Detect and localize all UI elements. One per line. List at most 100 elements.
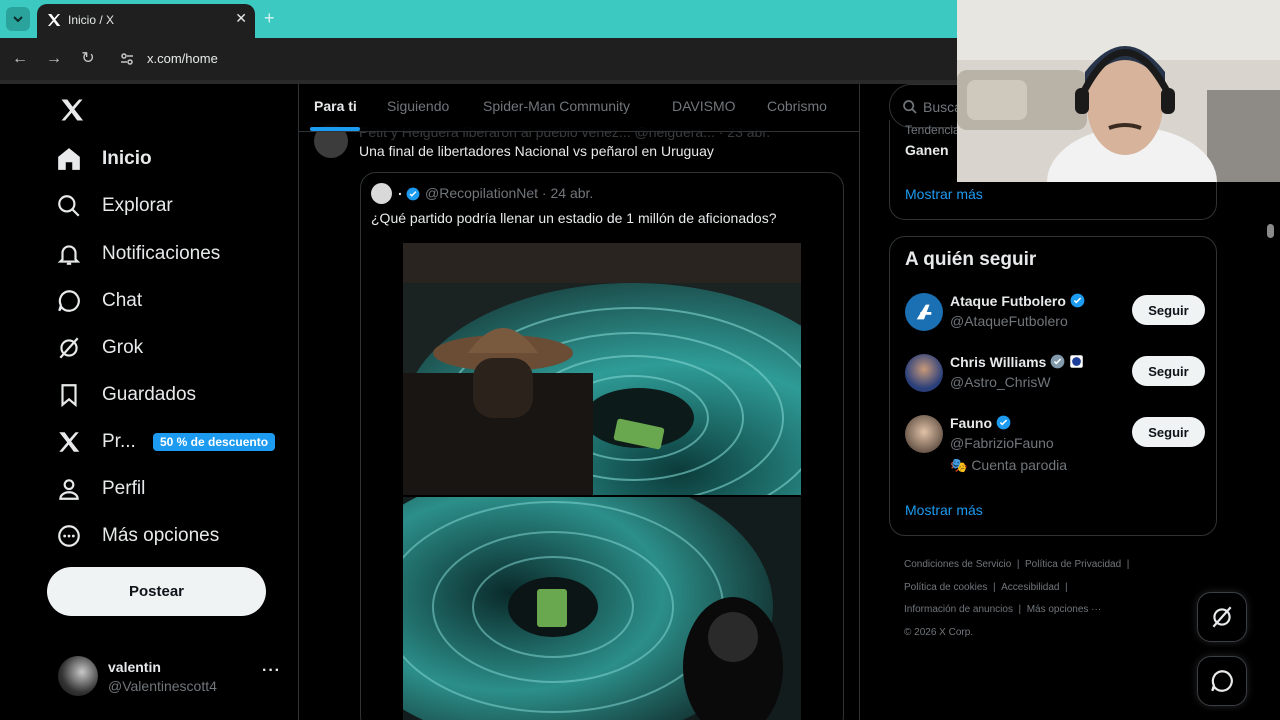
nav-item-profile[interactable]: Perfil — [56, 469, 145, 509]
tab-spiderman-community[interactable]: Spider-Man Community — [483, 98, 630, 114]
trend-item[interactable]: Ganen — [905, 142, 949, 158]
active-tab-indicator — [310, 127, 360, 131]
verified-gray-icon — [1050, 354, 1065, 369]
avatar — [905, 293, 943, 331]
search-icon — [903, 100, 917, 114]
new-tab-button[interactable]: + — [264, 8, 275, 29]
main-feed: Para ti Siguiendo Spider-Man Community D… — [299, 84, 860, 720]
nav-item-label: Perfil — [102, 478, 146, 499]
brand-logo-icon — [916, 304, 932, 320]
back-icon[interactable]: ← — [10, 49, 30, 69]
search-icon — [58, 195, 80, 217]
show-more-link[interactable]: Mostrar más — [905, 502, 983, 518]
verified-icon — [996, 415, 1011, 430]
account-name: valentin — [108, 659, 161, 675]
nav-item-label: Chat — [102, 290, 143, 311]
follow-button[interactable]: Seguir — [1132, 295, 1205, 325]
more-icon[interactable]: ··· — [262, 662, 281, 680]
feed-tabs: Para ti Siguiendo Spider-Man Community D… — [299, 84, 859, 132]
nav-item-label: Inicio — [102, 148, 152, 169]
panel-title: A quién seguir — [905, 249, 1037, 270]
more-options-link[interactable]: Más opciones ··· — [1027, 604, 1101, 615]
suggestion-handle: @FabrizioFauno — [950, 435, 1054, 451]
grok-icon — [59, 337, 79, 359]
suggestion-name-text: Fauno — [950, 415, 992, 431]
suggestion-handle: @AtaqueFutbolero — [950, 313, 1068, 329]
nav-item-home[interactable]: Inicio — [56, 139, 152, 179]
post-button[interactable]: Postear — [47, 567, 266, 616]
tab-following[interactable]: Siguiendo — [387, 98, 449, 114]
footer-links: Condiciones de Servicio | Política de Pr… — [904, 559, 1130, 638]
follow-suggestion[interactable]: Chris Williams @Astro_ChrisW Seguir — [905, 354, 1205, 414]
tab-cobrismo[interactable]: Cobrismo — [767, 98, 827, 114]
avatar — [371, 183, 392, 204]
cookies-link[interactable]: Política de cookies — [904, 582, 987, 593]
address-bar[interactable]: x.com/home — [147, 51, 218, 66]
browser-tab[interactable]: Inicio / X ✕ — [37, 4, 255, 38]
grok-icon — [1212, 606, 1232, 628]
verified-icon — [1070, 293, 1085, 308]
chat-icon — [1211, 670, 1233, 692]
nav-item-chat[interactable]: Chat — [56, 281, 142, 321]
account-switcher[interactable]: valentin @Valentinescott4 ··· — [58, 656, 288, 700]
more-circle-icon — [58, 525, 80, 547]
nav-item-explore[interactable]: Explorar — [56, 186, 173, 226]
stadium-image[interactable] — [403, 497, 801, 720]
follow-button[interactable]: Seguir — [1132, 356, 1205, 386]
privacy-link[interactable]: Política de Privacidad — [1025, 559, 1121, 570]
stadium-illustration — [403, 497, 801, 720]
accessibility-link[interactable]: Accesibilidad — [1001, 582, 1059, 593]
suggestion-name-text: Ataque Futbolero — [950, 293, 1066, 309]
nav-item-notifications[interactable]: Notificaciones — [56, 234, 220, 274]
show-more-link[interactable]: Mostrar más — [905, 186, 983, 202]
nav-item-label: Pr... — [102, 431, 136, 452]
webcam-feed — [957, 0, 1280, 182]
quoted-text: ¿Qué partido podría llenar un estadio de… — [371, 210, 777, 226]
ads-info-link[interactable]: Información de anuncios — [904, 604, 1013, 615]
profile-icon — [59, 479, 79, 500]
grok-button[interactable] — [1197, 592, 1247, 642]
verified-icon — [406, 187, 420, 201]
nav-item-bookmarks[interactable]: Guardados — [56, 375, 196, 415]
chat-button[interactable] — [1197, 656, 1247, 706]
discount-badge[interactable]: 50 % de descuento — [153, 433, 276, 451]
tab-search-button[interactable] — [6, 7, 30, 31]
nav-item-label: Notificaciones — [102, 243, 221, 264]
follow-button[interactable]: Seguir — [1132, 417, 1205, 447]
suggestion-name: Chris Williams — [950, 354, 1084, 370]
suggestion-name-text: Chris Williams — [950, 354, 1047, 370]
nav-item-grok[interactable]: Grok — [56, 328, 143, 368]
chevron-down-icon — [13, 16, 23, 23]
chat-icon — [58, 290, 80, 312]
tab-for-you[interactable]: Para ti — [314, 98, 357, 114]
bell-icon — [57, 245, 81, 265]
suggestion-handle: @Astro_ChrisW — [950, 374, 1051, 390]
nasa-badge-icon — [1070, 355, 1084, 368]
suggestion-name: Ataque Futbolero — [950, 293, 1085, 309]
nav-item-premium[interactable]: Pr... — [56, 422, 136, 462]
close-tab-icon[interactable]: ✕ — [235, 10, 247, 27]
webcam-overlay — [957, 0, 1280, 182]
reload-icon[interactable]: ↻ — [78, 49, 98, 69]
trend-label: Tendencia — [905, 123, 960, 137]
scrollbar-thumb[interactable] — [1267, 224, 1274, 238]
follow-suggestion[interactable]: Fauno @FabrizioFauno 🎭 Cuenta parodia Se… — [905, 415, 1205, 475]
quoted-handle-time: @RecopilationNet · 24 abr. — [425, 185, 594, 201]
x-logo-icon — [48, 14, 61, 26]
terms-link[interactable]: Condiciones de Servicio — [904, 559, 1011, 570]
quoted-post[interactable]: . @RecopilationNet · 24 abr. ¿Qué partid… — [360, 172, 844, 720]
site-settings-icon[interactable] — [119, 51, 135, 67]
tab-davismo[interactable]: DAVISMO — [672, 98, 736, 114]
forward-icon[interactable]: → — [44, 49, 64, 69]
tab-title: Inicio / X — [68, 13, 115, 27]
stadium-image[interactable] — [403, 243, 801, 495]
who-to-follow-panel: A quién seguir Ataque Futbolero @AtaqueF… — [889, 236, 1217, 536]
nav-item-more[interactable]: Más opciones — [56, 516, 219, 556]
avatar — [58, 656, 98, 696]
x-logo-icon — [59, 432, 80, 452]
follow-suggestion[interactable]: Ataque Futbolero @AtaqueFutbolero Seguir — [905, 293, 1205, 353]
parody-label: 🎭 Cuenta parodia — [950, 457, 1068, 473]
x-logo-icon[interactable] — [58, 96, 86, 124]
nav-item-label: Explorar — [102, 195, 173, 216]
left-sidebar: Inicio Explorar Notificaciones Chat Grok… — [0, 84, 299, 720]
